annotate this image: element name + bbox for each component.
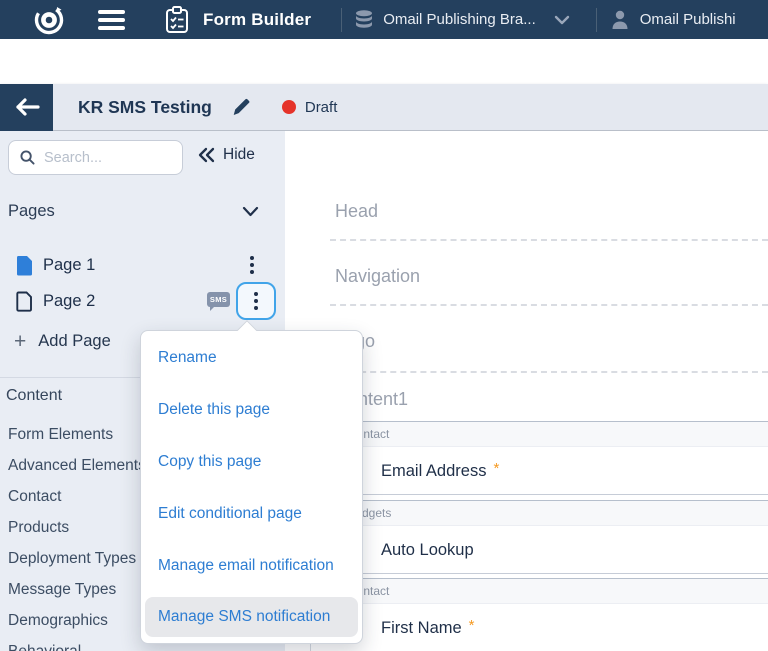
- form-field-email-address[interactable]: Contact Email Address *: [310, 421, 768, 495]
- status-label: Draft: [305, 99, 338, 116]
- page-1-options-button[interactable]: [242, 252, 262, 278]
- plus-icon: +: [14, 331, 26, 352]
- pages-chevron-down-icon: [242, 206, 259, 217]
- menu-item-manage-sms-notification[interactable]: Manage SMS notification: [145, 597, 358, 637]
- required-asterisk: *: [493, 460, 499, 477]
- section-divider-dashed: [330, 371, 768, 373]
- form-builder-icon: [165, 6, 189, 34]
- double-chevron-left-icon: [197, 147, 216, 163]
- app-title: Form Builder: [203, 10, 311, 30]
- search-box[interactable]: [8, 140, 183, 175]
- pages-section-header[interactable]: Pages: [8, 197, 277, 225]
- menu-item-manage-email-notification[interactable]: Manage email notification: [141, 540, 362, 592]
- page-2-label: Page 2: [43, 292, 95, 311]
- field-category-label: Contact: [311, 422, 768, 447]
- user-icon: [611, 10, 629, 29]
- page-1-file-icon: [16, 255, 33, 276]
- content-section-header: Content: [6, 387, 62, 405]
- head-placeholder[interactable]: Head: [335, 201, 378, 222]
- field-category-label: Widgets: [311, 501, 768, 526]
- search-input[interactable]: [44, 150, 164, 166]
- omeda-logo-icon[interactable]: [33, 4, 65, 36]
- top-app-bar: Form Builder Omail Publishing Bra... Oma…: [0, 0, 768, 39]
- field-label: Auto Lookup: [381, 541, 474, 560]
- form-field-first-name[interactable]: Contact First Name *: [310, 578, 768, 651]
- section-divider-dashed: [330, 304, 768, 306]
- main-menu-icon[interactable]: [98, 10, 125, 30]
- back-arrow-icon: [14, 97, 40, 117]
- required-asterisk: *: [469, 617, 475, 634]
- page-2-file-icon: [16, 291, 33, 312]
- form-field-auto-lookup[interactable]: Widgets Auto Lookup: [310, 500, 768, 574]
- pages-header-label: Pages: [8, 202, 55, 221]
- page-2-options-button-active[interactable]: [236, 282, 276, 320]
- topbar-divider: [341, 8, 342, 32]
- menu-item-delete-this-page[interactable]: Delete this page: [141, 384, 362, 436]
- navigation-placeholder[interactable]: Navigation: [335, 266, 420, 287]
- sms-notification-badge: SMS: [207, 292, 230, 307]
- page-1-label: Page 1: [43, 256, 95, 275]
- hide-label: Hide: [223, 146, 255, 164]
- brand-selector-label[interactable]: Omail Publishing Bra...: [383, 11, 536, 28]
- section-divider-dashed: [330, 239, 768, 241]
- user-name-label[interactable]: Omail Publishi: [640, 11, 736, 28]
- form-title-bar: KR SMS Testing Draft: [0, 84, 768, 131]
- menu-item-edit-conditional-page[interactable]: Edit conditional page: [141, 488, 362, 540]
- menu-item-rename[interactable]: Rename: [141, 332, 362, 384]
- back-button[interactable]: [0, 84, 53, 131]
- page-options-menu: Rename Delete this page Copy this page E…: [140, 330, 363, 644]
- field-category-label: Contact: [311, 579, 768, 604]
- topbar-divider-2: [596, 8, 597, 32]
- field-label: Email Address: [381, 462, 486, 481]
- search-icon: [20, 150, 35, 165]
- add-page-label: Add Page: [38, 332, 110, 351]
- draft-status-icon: [282, 100, 296, 114]
- hide-sidebar-button[interactable]: Hide: [197, 146, 255, 164]
- database-icon: [355, 10, 373, 30]
- field-label: First Name: [381, 619, 462, 638]
- menu-item-copy-this-page[interactable]: Copy this page: [141, 436, 362, 488]
- brand-chevron-down-icon[interactable]: [554, 15, 570, 25]
- kebab-icon: [246, 288, 266, 314]
- edit-title-icon[interactable]: [231, 97, 251, 117]
- form-builder-app: Form Builder Omail Publishing Bra... Oma…: [0, 0, 768, 651]
- form-title: KR SMS Testing: [78, 97, 212, 118]
